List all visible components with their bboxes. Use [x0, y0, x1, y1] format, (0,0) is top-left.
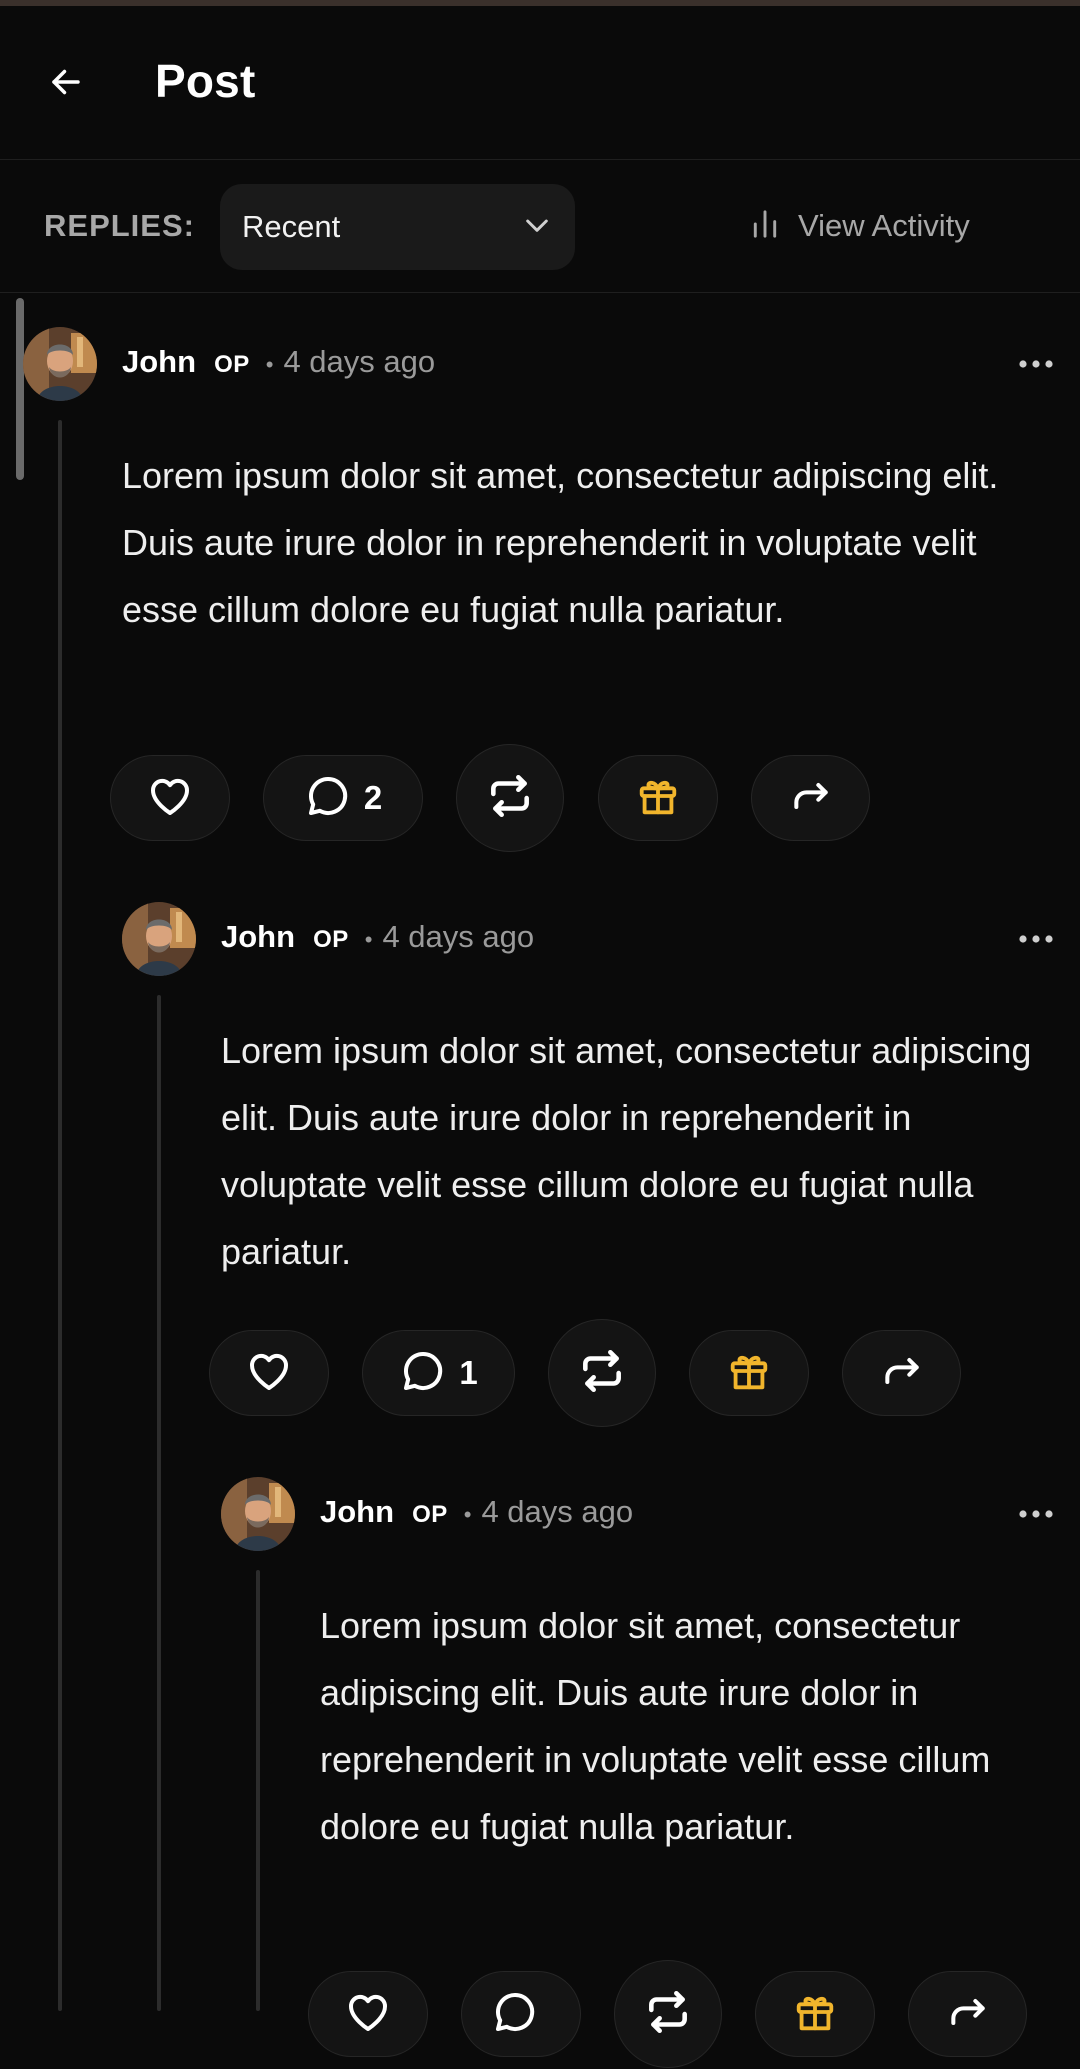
reply-button[interactable]	[461, 1971, 581, 2057]
repost-button[interactable]	[614, 1960, 722, 2068]
sort-selected-value: Recent	[242, 209, 341, 244]
bar-chart-icon	[750, 207, 780, 246]
back-button[interactable]	[40, 58, 92, 110]
comment-actions	[308, 1959, 1068, 2069]
app-header: Post	[0, 6, 1080, 160]
gift-icon	[792, 1989, 838, 2040]
more-horizontal-icon	[1018, 931, 1054, 949]
timestamp: 4 days ago	[382, 919, 535, 954]
comment-header: John OP • 4 days ago	[122, 344, 435, 380]
avatar[interactable]	[122, 902, 196, 976]
share-button[interactable]	[751, 755, 870, 841]
sort-dropdown[interactable]: Recent	[220, 184, 575, 270]
repost-button[interactable]	[456, 744, 564, 852]
more-horizontal-icon	[1018, 1506, 1054, 1524]
reply-count: 1	[459, 1354, 478, 1391]
comment-header: John OP • 4 days ago	[320, 1494, 633, 1530]
share-icon	[946, 1990, 990, 2039]
op-badge: OP	[313, 926, 349, 953]
reply-count: 2	[363, 779, 383, 816]
like-button[interactable]	[308, 1971, 428, 2057]
like-button[interactable]	[110, 755, 230, 841]
comment-actions: 2	[110, 743, 870, 853]
comment-body: Lorem ipsum dolor sit amet, consectetur …	[320, 1605, 991, 1847]
gift-button[interactable]	[598, 755, 718, 841]
repost-icon	[577, 1346, 627, 1401]
more-options-button[interactable]	[1012, 1500, 1060, 1530]
timestamp: 4 days ago	[481, 1494, 634, 1529]
share-button[interactable]	[908, 1971, 1027, 2057]
gift-icon	[635, 773, 681, 824]
comment-body: Lorem ipsum dolor sit amet, consectetur …	[221, 1030, 1032, 1272]
author-name[interactable]: John	[221, 919, 295, 955]
more-options-button[interactable]	[1012, 350, 1060, 380]
chevron-down-icon	[521, 209, 553, 246]
author-name[interactable]: John	[320, 1494, 394, 1530]
separator-dot: •	[265, 352, 274, 377]
thread-line	[256, 1570, 260, 2011]
chat-bubble-icon	[304, 772, 352, 825]
heart-icon	[245, 1347, 293, 1400]
page-title: Post	[155, 55, 256, 107]
thread-line	[157, 995, 161, 2011]
arrow-left-icon	[48, 64, 84, 105]
reply-button[interactable]: 1	[362, 1330, 515, 1416]
replies-label: REPLIES:	[44, 208, 195, 243]
op-badge: OP	[412, 1501, 448, 1528]
share-icon	[880, 1349, 924, 1398]
comment-body: Lorem ipsum dolor sit amet, consectetur …	[122, 455, 999, 630]
chat-bubble-icon	[399, 1347, 447, 1400]
comment-actions: 1	[209, 1318, 969, 1428]
view-activity-button[interactable]: View Activity	[750, 200, 970, 252]
comment-header: John OP • 4 days ago	[221, 919, 534, 955]
gift-button[interactable]	[689, 1330, 809, 1416]
chat-bubble-icon	[491, 1988, 539, 2041]
replies-toolbar: REPLIES: Recent View Activity	[0, 160, 1080, 293]
repost-icon	[485, 771, 535, 826]
repost-icon	[643, 1987, 693, 2042]
reply-button[interactable]: 2	[263, 755, 423, 841]
share-icon	[789, 774, 833, 823]
timestamp: 4 days ago	[283, 344, 436, 379]
op-badge: OP	[214, 351, 250, 378]
avatar[interactable]	[23, 327, 97, 401]
gift-icon	[726, 1348, 772, 1399]
like-button[interactable]	[209, 1330, 329, 1416]
more-options-button[interactable]	[1012, 925, 1060, 955]
thread-line	[58, 420, 62, 2011]
view-activity-label: View Activity	[798, 208, 970, 243]
scrollbar-thumb[interactable]	[16, 298, 24, 480]
share-button[interactable]	[842, 1330, 961, 1416]
repost-button[interactable]	[548, 1319, 656, 1427]
more-horizontal-icon	[1018, 356, 1054, 374]
avatar[interactable]	[221, 1477, 295, 1551]
heart-icon	[146, 772, 194, 825]
separator-dot: •	[463, 1502, 472, 1527]
gift-button[interactable]	[755, 1971, 875, 2057]
separator-dot: •	[364, 927, 373, 952]
heart-icon	[344, 1988, 392, 2041]
author-name[interactable]: John	[122, 344, 196, 380]
